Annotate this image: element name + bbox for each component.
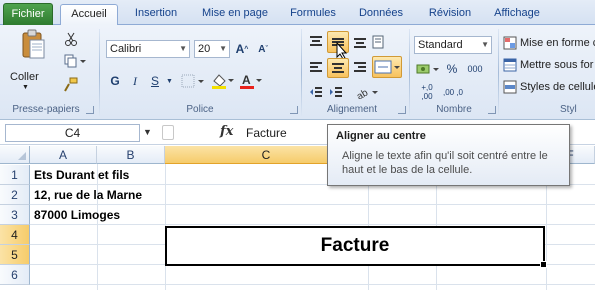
align-center-tooltip: Aligner au centre Aligne le texte afin q…	[327, 124, 570, 186]
ribbon: Coller ▼ Presse-papiers Calibri ▼ 20 ▼ A…	[0, 25, 595, 120]
clipboard-launcher-icon[interactable]	[86, 106, 94, 114]
name-box[interactable]: C4	[5, 124, 140, 142]
cell-a2[interactable]: 12, rue de la Marne	[34, 185, 142, 205]
font-launcher-icon[interactable]	[290, 106, 298, 114]
row-header-1[interactable]: 1	[0, 165, 30, 185]
cut-icon[interactable]	[62, 31, 80, 47]
tooltip-title: Aligner au centre	[336, 130, 426, 142]
cell-styles-label[interactable]: Styles de cellule	[520, 81, 595, 93]
font-name-select[interactable]: Calibri ▼	[106, 40, 190, 58]
currency-icon[interactable]	[415, 60, 441, 78]
cell-styles-icon[interactable]	[503, 80, 517, 94]
chevron-down-icon: ▼	[179, 44, 187, 53]
paste-dropdown-icon[interactable]: ▼	[22, 84, 29, 91]
align-right-icon[interactable]	[351, 58, 369, 76]
align-bottom-icon[interactable]	[351, 33, 369, 51]
grow-font-icon[interactable]: A ^	[232, 40, 252, 58]
conditional-formatting-label[interactable]: Mise en forme c	[520, 37, 595, 49]
tab-home[interactable]: Accueil	[60, 4, 118, 26]
cell-c4-text: Facture	[320, 235, 390, 256]
cell-a1[interactable]: Ets Durant et fils	[34, 165, 129, 185]
text-orientation-icon[interactable]	[371, 33, 389, 51]
fill-color-icon[interactable]	[210, 72, 236, 90]
decrease-decimal-button[interactable]: ,00 ,0	[441, 83, 465, 101]
format-as-table-label[interactable]: Mettre sous for	[520, 59, 593, 71]
alignment-launcher-icon[interactable]	[398, 106, 406, 114]
select-all-corner[interactable]	[0, 146, 30, 164]
paste-icon	[22, 29, 45, 59]
merge-center-button[interactable]	[372, 56, 402, 78]
number-format-select[interactable]: Standard ▼	[414, 36, 492, 54]
increase-indent-icon[interactable]	[327, 83, 345, 101]
tab-formulas[interactable]: Formules	[283, 4, 343, 25]
number-launcher-icon[interactable]	[488, 106, 496, 114]
number-format-value: Standard	[418, 39, 463, 51]
paste-button[interactable]	[20, 29, 46, 61]
row-header-2[interactable]: 2	[0, 185, 30, 205]
font-group-label: Police	[186, 104, 214, 115]
insert-function-icon[interactable]: fx	[220, 124, 233, 139]
svg-text:A: A	[242, 73, 251, 87]
cell-a3[interactable]: 87000 Limoges	[34, 205, 120, 225]
column-header-a[interactable]: A	[30, 146, 97, 164]
formula-bar-resize-icon[interactable]	[162, 125, 174, 140]
percent-button[interactable]: %	[445, 60, 459, 78]
underline-button[interactable]: S	[146, 72, 164, 90]
borders-icon[interactable]	[180, 72, 206, 90]
thousands-separator-button[interactable]: 000	[463, 60, 487, 78]
styles-group-label: Styl	[560, 104, 577, 115]
number-group-label: Nombre	[436, 104, 472, 115]
tab-insert[interactable]: Insertion	[126, 4, 186, 25]
gridline	[30, 284, 595, 285]
column-header-b[interactable]: B	[97, 146, 165, 164]
conditional-formatting-icon[interactable]	[503, 36, 517, 50]
row-header-6[interactable]: 6	[0, 265, 30, 285]
clipboard-group-label: Presse-papiers	[12, 104, 80, 115]
format-as-table-icon[interactable]	[503, 58, 517, 72]
font-size-select[interactable]: 20 ▼	[194, 40, 230, 58]
tab-file[interactable]: Fichier	[3, 3, 53, 25]
tooltip-body: Aligne le texte afin qu'il soit centré e…	[342, 150, 548, 176]
copy-icon[interactable]	[62, 53, 88, 69]
ribbon-separator	[498, 29, 499, 117]
format-painter-icon[interactable]	[62, 77, 80, 93]
font-name-value: Calibri	[110, 43, 142, 55]
row-header-5[interactable]: 5	[0, 245, 30, 265]
chevron-down-icon[interactable]: ▼	[165, 72, 174, 90]
chevron-down-icon[interactable]: ▼	[143, 127, 152, 137]
svg-text:ab: ab	[355, 87, 370, 99]
row-header-4[interactable]: 4	[0, 225, 30, 245]
paste-label[interactable]: Coller	[10, 71, 39, 83]
tab-view[interactable]: Affichage	[486, 4, 548, 25]
align-center-button[interactable]	[327, 58, 349, 78]
tab-data[interactable]: Données	[348, 4, 414, 25]
chevron-down-icon: ▼	[219, 44, 227, 53]
row-header-3[interactable]: 3	[0, 205, 30, 225]
align-left-icon[interactable]	[307, 58, 325, 76]
decrease-indent-icon[interactable]	[307, 83, 325, 101]
merged-cell-c4[interactable]: Facture	[165, 226, 547, 268]
chevron-down-icon: ▼	[481, 40, 489, 49]
increase-decimal-button[interactable]: +,0 ,00	[415, 83, 439, 101]
bold-button[interactable]: G	[106, 72, 124, 90]
alignment-group-label: Alignement	[326, 104, 378, 115]
tab-review[interactable]: Révision	[420, 4, 480, 25]
font-size-value: 20	[198, 43, 211, 55]
font-color-icon[interactable]: A	[238, 72, 264, 90]
formula-content[interactable]: Facture	[246, 124, 287, 142]
tab-page-layout[interactable]: Mise en page	[194, 4, 276, 25]
align-top-icon[interactable]	[307, 33, 325, 51]
ribbon-tab-bar: Fichier Accueil Insertion Mise en page F…	[0, 0, 595, 26]
shrink-font-icon[interactable]: Aˇ	[253, 40, 273, 58]
orientation-icon[interactable]: ab	[353, 83, 383, 101]
italic-button[interactable]: I	[126, 72, 144, 90]
